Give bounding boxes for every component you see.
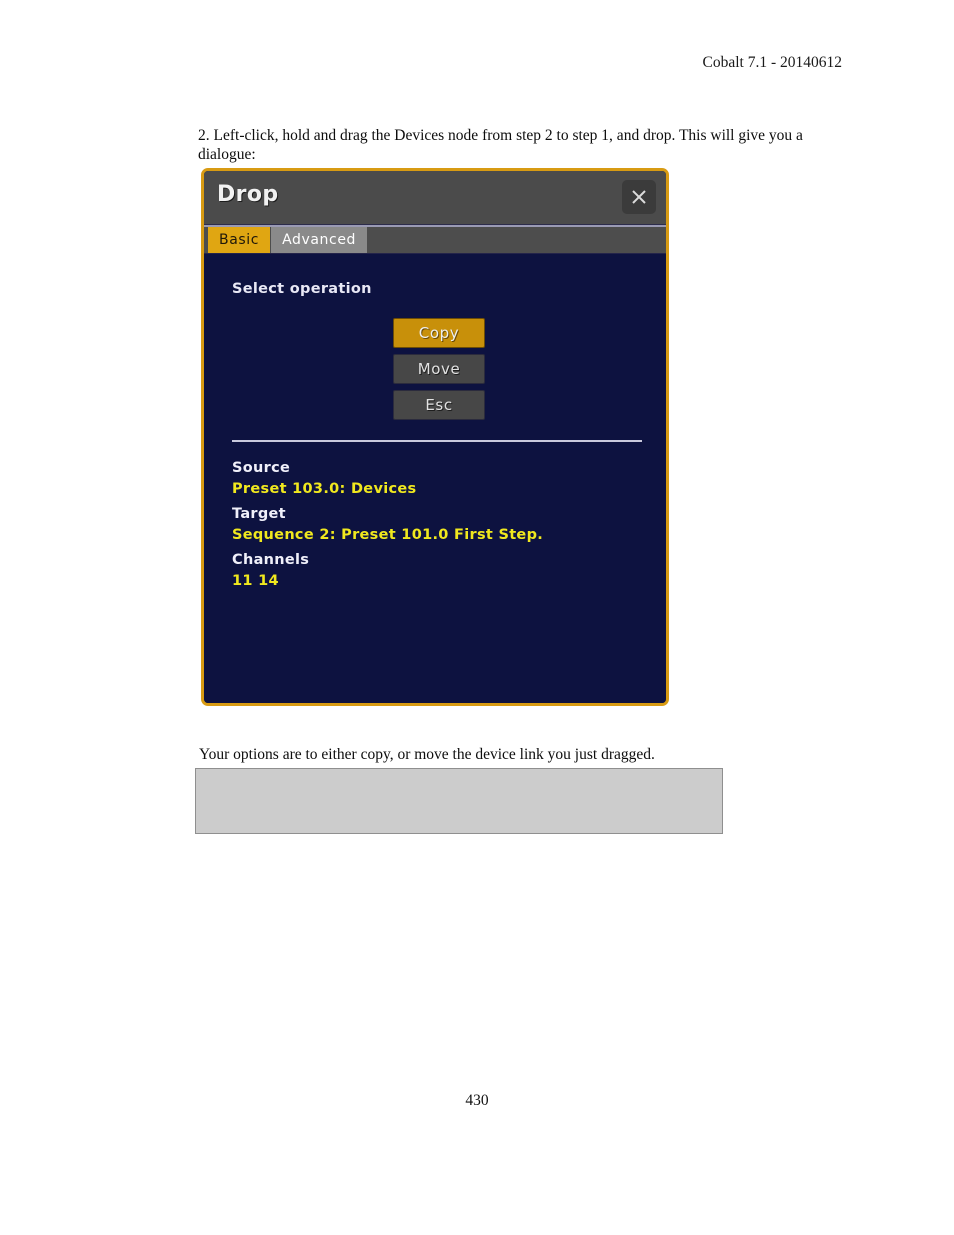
section-divider bbox=[232, 440, 642, 442]
operation-button-group: Copy Move Esc bbox=[393, 318, 485, 426]
dialog-titlebar: Drop bbox=[204, 171, 666, 225]
placeholder-image-box bbox=[195, 768, 723, 834]
tab-advanced[interactable]: Advanced bbox=[271, 227, 368, 253]
channels-label: Channels bbox=[232, 552, 310, 568]
drop-dialog: Drop Basic Advanced Select operation Cop… bbox=[201, 168, 669, 706]
esc-button[interactable]: Esc bbox=[393, 390, 485, 420]
caption-paragraph: Your options are to either copy, or move… bbox=[199, 745, 655, 763]
target-label: Target bbox=[232, 506, 286, 522]
close-icon bbox=[629, 187, 649, 207]
dialog-body: Select operation Copy Move Esc Source Pr… bbox=[204, 254, 666, 703]
tab-basic[interactable]: Basic bbox=[208, 227, 271, 253]
channels-value: 11 14 bbox=[232, 573, 279, 589]
copy-button[interactable]: Copy bbox=[393, 318, 485, 348]
step-instruction-paragraph: 2. Left-click, hold and drag the Devices… bbox=[198, 126, 803, 163]
page-number: 430 bbox=[465, 1092, 489, 1109]
close-button[interactable] bbox=[622, 180, 656, 214]
document-header-version: Cobalt 7.1 - 20140612 bbox=[702, 54, 843, 71]
select-operation-label: Select operation bbox=[232, 281, 372, 297]
source-label: Source bbox=[232, 460, 291, 476]
dialog-tabbar: Basic Advanced bbox=[204, 225, 666, 254]
drop-info-block: Source Preset 103.0: Devices Target Sequ… bbox=[232, 460, 652, 589]
source-value: Preset 103.0: Devices bbox=[232, 481, 417, 497]
target-value: Sequence 2: Preset 101.0 First Step. bbox=[232, 527, 544, 543]
move-button[interactable]: Move bbox=[393, 354, 485, 384]
dialog-title: Drop bbox=[217, 182, 279, 207]
tabbar-filler bbox=[368, 227, 666, 253]
